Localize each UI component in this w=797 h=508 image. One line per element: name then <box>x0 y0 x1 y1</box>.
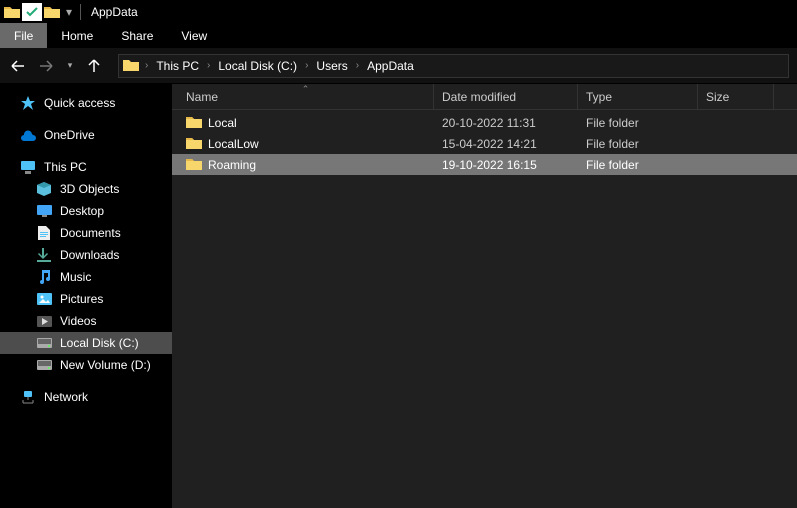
file-row[interactable]: Roaming 19-10-2022 16:15File folder <box>172 154 797 175</box>
sidebar-item-desktop[interactable]: Desktop <box>0 200 172 222</box>
tab-share[interactable]: Share <box>107 23 167 48</box>
sidebar-item-onedrive[interactable]: OneDrive <box>0 124 172 146</box>
file-date: 19-10-2022 16:15 <box>434 158 578 172</box>
file-name: LocalLow <box>208 137 259 151</box>
file-date: 20-10-2022 11:31 <box>434 116 578 130</box>
sidebar-item-pictures[interactable]: Pictures <box>0 288 172 310</box>
folder-icon <box>186 136 202 152</box>
sidebar-item-label: Desktop <box>60 204 104 218</box>
column-header-type[interactable]: Type <box>578 84 698 109</box>
sidebar-item-quick-access[interactable]: Quick access <box>0 92 172 114</box>
download-icon <box>36 247 52 263</box>
breadcrumb-item[interactable]: Local Disk (C:) <box>216 59 299 73</box>
computer-icon <box>20 159 36 175</box>
sidebar-item-local-disk[interactable]: Local Disk (C:) <box>0 332 172 354</box>
desktop-icon <box>36 203 52 219</box>
sidebar-item-3d-objects[interactable]: 3D Objects <box>0 178 172 200</box>
sidebar-item-label: OneDrive <box>44 128 95 142</box>
sidebar-item-label: Documents <box>60 226 121 240</box>
drive-icon <box>36 357 52 373</box>
sidebar-item-network[interactable]: Network <box>0 386 172 408</box>
sidebar-item-label: Videos <box>60 314 96 328</box>
folder-icon <box>44 4 60 20</box>
window-title: AppData <box>91 5 138 19</box>
folder-icon <box>4 4 20 20</box>
sidebar-item-label: Local Disk (C:) <box>60 336 139 350</box>
sidebar-item-label: Pictures <box>60 292 103 306</box>
navigation-bar: ▾ › This PC › Local Disk (C:) › Users › … <box>0 48 797 84</box>
forward-button[interactable] <box>36 56 56 76</box>
drive-icon <box>36 335 52 351</box>
sidebar-item-label: New Volume (D:) <box>60 358 151 372</box>
sidebar-item-videos[interactable]: Videos <box>0 310 172 332</box>
file-list-pane: Name ⌃ Date modified Type Size Local 20-1… <box>172 84 797 508</box>
network-icon <box>20 389 36 405</box>
file-type: File folder <box>578 137 698 151</box>
tab-view[interactable]: View <box>167 23 221 48</box>
folder-icon <box>186 115 202 131</box>
file-row[interactable]: LocalLow 15-04-2022 14:21File folder <box>172 133 797 154</box>
recent-locations-button[interactable]: ▾ <box>64 56 76 76</box>
pictures-icon <box>36 291 52 307</box>
music-icon <box>36 269 52 285</box>
breadcrumb-item[interactable]: Users <box>314 59 349 73</box>
sidebar-item-music[interactable]: Music <box>0 266 172 288</box>
file-name: Roaming <box>208 158 256 172</box>
sort-ascending-icon: ⌃ <box>302 84 310 95</box>
sidebar-item-label: 3D Objects <box>60 182 119 196</box>
sidebar-item-downloads[interactable]: Downloads <box>0 244 172 266</box>
chevron-right-icon[interactable]: › <box>205 60 212 71</box>
sidebar-item-label: Downloads <box>60 248 119 262</box>
file-list: Local20-10-2022 11:31File folderLocalLow… <box>172 110 797 175</box>
file-type: File folder <box>578 158 698 172</box>
back-button[interactable] <box>8 56 28 76</box>
sidebar-item-label: Quick access <box>44 96 115 110</box>
navigation-pane: Quick access OneDrive This PC 3D Objects… <box>0 84 172 508</box>
tab-file[interactable]: File <box>0 23 47 48</box>
chevron-right-icon[interactable]: › <box>354 60 361 71</box>
title-bar: ▾ AppData <box>0 0 797 23</box>
tab-home[interactable]: Home <box>47 23 107 48</box>
file-row[interactable]: Local 20-10-2022 11:31File folder <box>172 112 797 133</box>
chevron-right-icon[interactable]: › <box>143 60 150 71</box>
sidebar-item-documents[interactable]: Documents <box>0 222 172 244</box>
breadcrumb-item[interactable]: AppData <box>365 59 416 73</box>
separator <box>80 4 81 20</box>
up-button[interactable] <box>84 56 104 76</box>
file-type: File folder <box>578 116 698 130</box>
sidebar-item-label: Network <box>44 390 88 404</box>
ribbon: File Home Share View <box>0 23 797 48</box>
star-icon <box>20 95 36 111</box>
file-name: Local <box>208 116 237 130</box>
address-bar[interactable]: › This PC › Local Disk (C:) › Users › Ap… <box>118 54 789 78</box>
chevron-down-icon[interactable]: ▾ <box>62 5 76 19</box>
sidebar-item-label: This PC <box>44 160 87 174</box>
sidebar-item-new-volume[interactable]: New Volume (D:) <box>0 354 172 376</box>
save-icon[interactable] <box>22 3 42 21</box>
document-icon <box>36 225 52 241</box>
sidebar-item-this-pc[interactable]: This PC <box>0 156 172 178</box>
cloud-icon <box>20 127 36 143</box>
breadcrumb-item[interactable]: This PC <box>154 59 201 73</box>
column-header-size[interactable]: Size <box>698 84 774 109</box>
cube-icon <box>36 181 52 197</box>
folder-icon <box>123 58 139 74</box>
column-headers: Name ⌃ Date modified Type Size <box>172 84 797 110</box>
videos-icon <box>36 313 52 329</box>
chevron-right-icon[interactable]: › <box>303 60 310 71</box>
folder-icon <box>186 157 202 173</box>
file-date: 15-04-2022 14:21 <box>434 137 578 151</box>
column-header-name[interactable]: Name ⌃ <box>178 84 434 109</box>
sidebar-item-label: Music <box>60 270 91 284</box>
column-header-date[interactable]: Date modified <box>434 84 578 109</box>
